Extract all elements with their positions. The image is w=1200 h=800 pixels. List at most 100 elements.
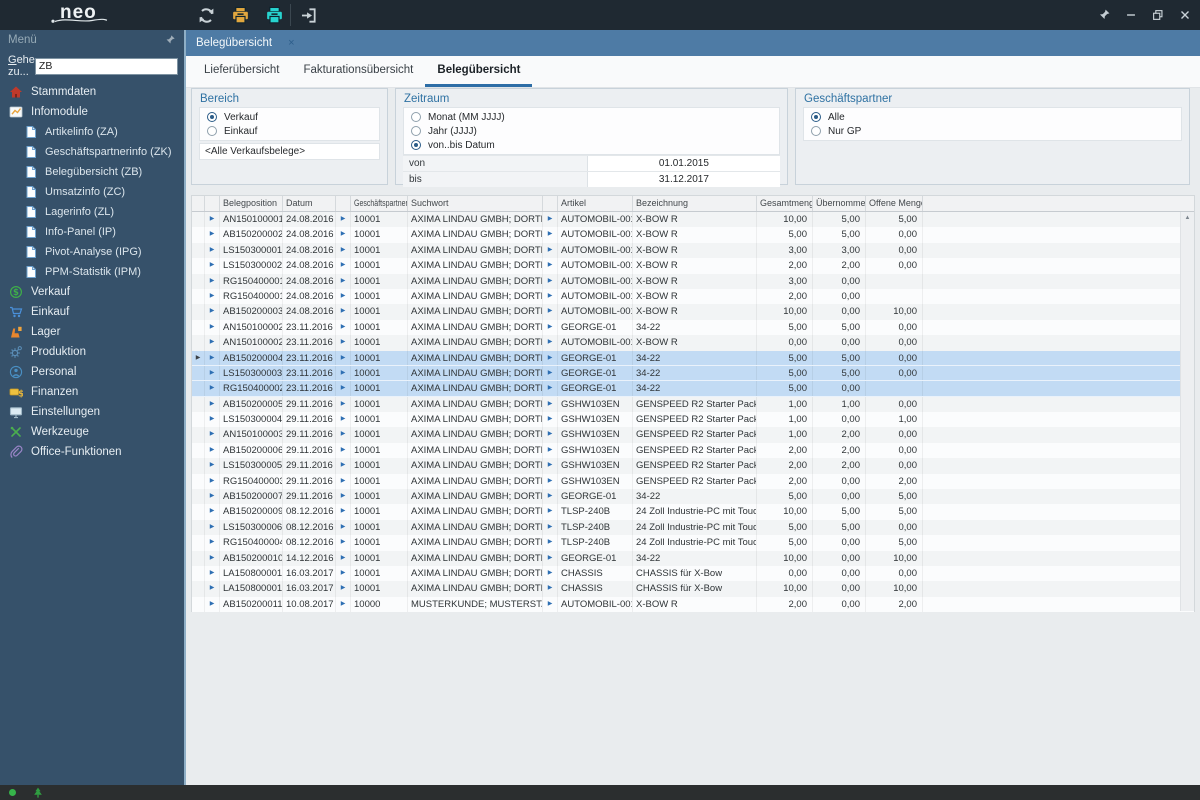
sidebar-item-einstellungen[interactable]: Einstellungen bbox=[0, 402, 184, 422]
refresh-button[interactable] bbox=[194, 3, 218, 27]
tab-close-icon[interactable]: × bbox=[288, 37, 294, 49]
sidebar-subitem-info-panel-ip[interactable]: Info-Panel (IP) bbox=[0, 222, 184, 242]
radio-verkauf[interactable]: Verkauf bbox=[200, 110, 379, 124]
expand-arrow-icon[interactable]: ▶ bbox=[205, 273, 220, 289]
header-offene-menge[interactable]: Offene Menge bbox=[866, 196, 923, 211]
artikel-link-arrow-icon[interactable]: ▶ bbox=[543, 473, 558, 490]
table-row[interactable]: ▶AB150200005.1029.11.2016▶10001AXIMA LIN… bbox=[192, 396, 1194, 413]
table-row[interactable]: ▶LS150300001.1024.08.2016▶10001AXIMA LIN… bbox=[192, 242, 1194, 259]
expand-arrow-icon[interactable]: ▶ bbox=[205, 381, 220, 396]
table-row[interactable]: ▶LA150800001.016.03.2017▶10001AXIMA LIND… bbox=[192, 565, 1194, 582]
expand-arrow-icon[interactable]: ▶ bbox=[205, 242, 220, 259]
radio-button-icon[interactable] bbox=[411, 140, 421, 150]
sidebar-subitem-umsatzinfo-zc[interactable]: Umsatzinfo (ZC) bbox=[0, 182, 184, 202]
gp-link-arrow-icon[interactable]: ▶ bbox=[336, 427, 351, 443]
expand-arrow-icon[interactable]: ▶ bbox=[205, 489, 220, 505]
gp-link-arrow-icon[interactable]: ▶ bbox=[336, 365, 351, 381]
gp-link-arrow-icon[interactable]: ▶ bbox=[336, 442, 351, 459]
expand-arrow-icon[interactable]: ▶ bbox=[205, 319, 220, 336]
gp-link-arrow-icon[interactable]: ▶ bbox=[336, 458, 351, 474]
sidebar-item-infomodule[interactable]: Infomodule bbox=[0, 102, 184, 122]
header-bezeichnung[interactable]: Bezeichnung bbox=[633, 196, 757, 211]
header-gesamtmenge[interactable]: Gesamtmenge bbox=[757, 196, 813, 211]
table-row[interactable]: ▶AB150200003.1024.08.2016▶10001AXIMA LIN… bbox=[192, 304, 1194, 320]
sidebar-item-personal[interactable]: Personal bbox=[0, 362, 184, 382]
expand-arrow-icon[interactable]: ▶ bbox=[205, 288, 220, 305]
logout-button[interactable] bbox=[296, 3, 320, 27]
expand-arrow-icon[interactable]: ▶ bbox=[205, 350, 220, 365]
close-button[interactable] bbox=[1176, 6, 1194, 24]
artikel-link-arrow-icon[interactable]: ▶ bbox=[543, 258, 558, 274]
radio-button-icon[interactable] bbox=[207, 126, 217, 136]
restore-button[interactable] bbox=[1149, 6, 1167, 24]
gp-link-arrow-icon[interactable]: ▶ bbox=[336, 242, 351, 259]
sidebar-item-lager[interactable]: Lager bbox=[0, 322, 184, 342]
gp-link-arrow-icon[interactable]: ▶ bbox=[336, 335, 351, 351]
gp-link-arrow-icon[interactable]: ▶ bbox=[336, 319, 351, 336]
artikel-link-arrow-icon[interactable]: ▶ bbox=[543, 427, 558, 443]
header-uebernommen[interactable]: Übernommen bbox=[813, 196, 866, 211]
artikel-link-arrow-icon[interactable]: ▶ bbox=[543, 550, 558, 566]
tab-lieferuebersicht[interactable]: Lieferübersicht bbox=[192, 56, 291, 84]
minimize-button[interactable] bbox=[1122, 6, 1140, 24]
artikel-link-arrow-icon[interactable]: ▶ bbox=[543, 442, 558, 459]
table-row[interactable]: ▶LS150300002.1024.08.2016▶10001AXIMA LIN… bbox=[192, 258, 1194, 274]
header-belegposition[interactable]: Belegposition bbox=[220, 196, 283, 211]
gp-link-arrow-icon[interactable]: ▶ bbox=[336, 304, 351, 320]
artikel-link-arrow-icon[interactable]: ▶ bbox=[543, 304, 558, 320]
sidebar-subitem-ppm-statistik-ipm[interactable]: PPM-Statistik (IPM) bbox=[0, 262, 184, 282]
radio-monat-mm-jjjj[interactable]: Monat (MM JJJJ) bbox=[404, 110, 779, 124]
artikel-link-arrow-icon[interactable]: ▶ bbox=[543, 242, 558, 259]
gp-link-arrow-icon[interactable]: ▶ bbox=[336, 519, 351, 536]
vertical-scrollbar[interactable]: ▲ bbox=[1180, 212, 1194, 611]
radio-nur-gp[interactable]: Nur GP bbox=[804, 124, 1181, 138]
artikel-link-arrow-icon[interactable]: ▶ bbox=[543, 350, 558, 365]
expand-arrow-icon[interactable]: ▶ bbox=[205, 581, 220, 597]
artikel-link-arrow-icon[interactable]: ▶ bbox=[543, 212, 558, 228]
artikel-link-arrow-icon[interactable]: ▶ bbox=[543, 365, 558, 381]
table-row[interactable]: ▶AN150100002.1023.11.2016▶10001AXIMA LIN… bbox=[192, 319, 1194, 336]
table-row[interactable]: ▶AN150100002.2023.11.2016▶10001AXIMA LIN… bbox=[192, 335, 1194, 351]
artikel-link-arrow-icon[interactable]: ▶ bbox=[543, 504, 558, 520]
table-row[interactable]: ▶▶AB150200004.1023.11.2016▶10001AXIMA LI… bbox=[192, 350, 1194, 366]
tab-beleguebersicht[interactable]: Belegübersicht bbox=[425, 56, 533, 87]
expand-arrow-icon[interactable]: ▶ bbox=[205, 335, 220, 351]
gp-link-arrow-icon[interactable]: ▶ bbox=[336, 227, 351, 243]
gp-link-arrow-icon[interactable]: ▶ bbox=[336, 350, 351, 365]
table-row[interactable]: ▶AB150200006.1029.11.2016▶10001AXIMA LIN… bbox=[192, 442, 1194, 459]
expand-arrow-icon[interactable]: ▶ bbox=[205, 519, 220, 536]
expand-arrow-icon[interactable]: ▶ bbox=[205, 473, 220, 490]
artikel-link-arrow-icon[interactable]: ▶ bbox=[543, 458, 558, 474]
sidebar-subitem-pivot-analyse-ipg[interactable]: Pivot-Analyse (IPG) bbox=[0, 242, 184, 262]
table-row[interactable]: ▶AB150200007.1029.11.2016▶10001AXIMA LIN… bbox=[192, 489, 1194, 505]
radio-einkauf[interactable]: Einkauf bbox=[200, 124, 379, 138]
artikel-link-arrow-icon[interactable]: ▶ bbox=[543, 319, 558, 336]
pin-icon[interactable] bbox=[1095, 6, 1113, 24]
table-row[interactable]: ▶RG150400001.1024.08.2016▶10001AXIMA LIN… bbox=[192, 273, 1194, 289]
expand-arrow-icon[interactable]: ▶ bbox=[205, 427, 220, 443]
expand-arrow-icon[interactable]: ▶ bbox=[205, 442, 220, 459]
sidebar-subitem-artikelinfo-za[interactable]: Artikelinfo (ZA) bbox=[0, 122, 184, 142]
table-row[interactable]: ▶AB150200002.1024.08.2016▶10001AXIMA LIN… bbox=[192, 227, 1194, 243]
header-suchwort[interactable]: Suchwort bbox=[408, 196, 543, 211]
table-row[interactable]: ▶RG150400001.2024.08.2016▶10001AXIMA LIN… bbox=[192, 288, 1194, 305]
expand-arrow-icon[interactable]: ▶ bbox=[205, 535, 220, 551]
radio-von-bis-datum[interactable]: von..bis Datum bbox=[404, 138, 779, 152]
expand-arrow-icon[interactable]: ▶ bbox=[205, 458, 220, 474]
gp-link-arrow-icon[interactable]: ▶ bbox=[336, 288, 351, 305]
document-tab-beleguebersicht[interactable]: Belegübersicht × bbox=[186, 30, 305, 56]
print-preview-button[interactable] bbox=[262, 3, 286, 27]
sidebar-subitem-gesch-ftspartnerinfo-zk[interactable]: Geschäftspartnerinfo (ZK) bbox=[0, 142, 184, 162]
goto-input[interactable] bbox=[34, 57, 178, 75]
artikel-link-arrow-icon[interactable]: ▶ bbox=[543, 489, 558, 505]
gp-link-arrow-icon[interactable]: ▶ bbox=[336, 412, 351, 428]
artikel-link-arrow-icon[interactable]: ▶ bbox=[543, 396, 558, 413]
table-row[interactable]: ▶RG150400004.1008.12.2016▶10001AXIMA LIN… bbox=[192, 535, 1194, 551]
gp-link-arrow-icon[interactable]: ▶ bbox=[336, 504, 351, 520]
table-row[interactable]: ▶AB150200009.1008.12.2016▶10001AXIMA LIN… bbox=[192, 504, 1194, 520]
radio-button-icon[interactable] bbox=[411, 126, 421, 136]
gp-link-arrow-icon[interactable]: ▶ bbox=[336, 273, 351, 289]
artikel-link-arrow-icon[interactable]: ▶ bbox=[543, 288, 558, 305]
table-row[interactable]: ▶LS150300005.1029.11.2016▶10001AXIMA LIN… bbox=[192, 458, 1194, 474]
header-datum[interactable]: Datum bbox=[283, 196, 336, 211]
